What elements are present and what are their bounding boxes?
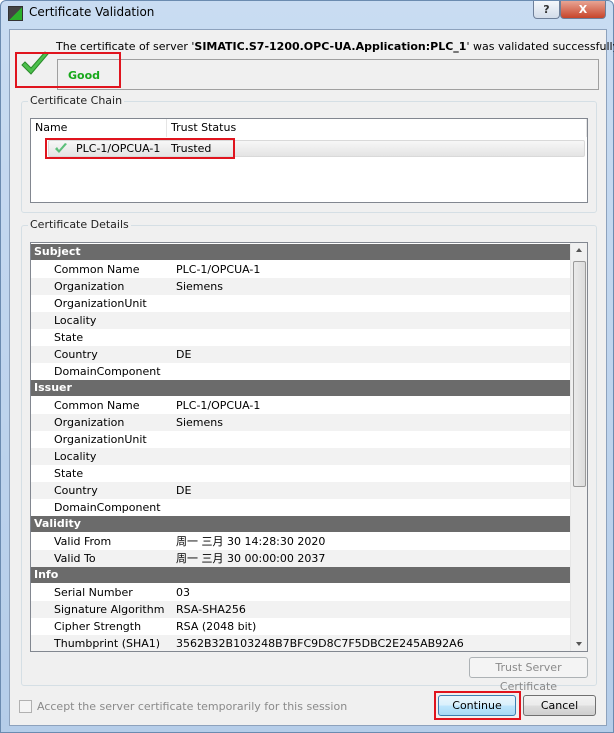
- detail-row[interactable]: DomainComponent: [31, 499, 571, 516]
- detail-row[interactable]: Country DE: [31, 346, 571, 363]
- detail-row[interactable]: State: [31, 329, 571, 346]
- detail-row[interactable]: State: [31, 465, 571, 482]
- detail-row[interactable]: Signature Algorithm RSA-SHA256: [31, 601, 571, 618]
- column-trust-status[interactable]: Trust Status: [167, 119, 587, 137]
- detail-row[interactable]: DomainComponent: [31, 363, 571, 380]
- detail-row[interactable]: Common Name PLC-1/OPCUA-1: [31, 397, 571, 414]
- detail-key: Country: [54, 348, 98, 361]
- scroll-thumb[interactable]: [573, 261, 586, 487]
- vertical-scrollbar[interactable]: [570, 243, 587, 651]
- section-header[interactable]: Validity: [31, 516, 571, 532]
- detail-value: RSA (2048 bit): [176, 620, 257, 633]
- message-suffix: ' was validated successfully.: [466, 40, 614, 53]
- certificate-chain-list[interactable]: Name Trust Status PLC-1/OPCUA-1 Trusted: [30, 118, 588, 203]
- app-icon: [8, 6, 23, 21]
- highlight-chain-row: [45, 138, 235, 159]
- section-header[interactable]: Subject: [31, 244, 571, 260]
- accept-temporarily-label: Accept the server certificate temporaril…: [37, 700, 348, 713]
- detail-value: 03: [176, 586, 190, 599]
- certificate-details-table[interactable]: Subject Common Name PLC-1/OPCUA-1 Organizat…: [30, 242, 588, 652]
- detail-row[interactable]: Serial Number 03: [31, 584, 571, 601]
- scroll-up-icon[interactable]: [576, 248, 582, 252]
- detail-row[interactable]: Valid From 周一 三月 30 14:28:30 2020: [31, 533, 571, 550]
- dialog-body: The certificate of server 'SIMATIC.S7-12…: [9, 29, 614, 726]
- close-button[interactable]: X: [560, 1, 606, 19]
- detail-key: OrganizationUnit: [54, 433, 147, 446]
- detail-key: DomainComponent: [54, 501, 161, 514]
- detail-value: PLC-1/OPCUA-1: [176, 399, 261, 412]
- detail-value: 3562B32B103248B7BFC9D8C7F5DBC2E245AB92A6: [176, 637, 464, 650]
- scroll-down-icon[interactable]: [576, 642, 582, 646]
- help-button[interactable]: ?: [533, 1, 560, 19]
- detail-value: PLC-1/OPCUA-1: [176, 263, 261, 276]
- detail-key: Valid To: [54, 552, 96, 565]
- detail-key: Signature Algorithm: [54, 603, 165, 616]
- column-name[interactable]: Name: [31, 119, 167, 137]
- detail-row[interactable]: Valid To 周一 三月 30 00:00:00 2037: [31, 550, 571, 567]
- trust-server-certificate-button[interactable]: Trust Server Certificate: [469, 657, 588, 693]
- detail-row[interactable]: OrganizationUnit: [31, 431, 571, 448]
- highlight-continue: [434, 691, 521, 720]
- certificate-chain-label: Certificate Chain: [28, 94, 125, 107]
- detail-key: Cipher Strength: [54, 620, 142, 633]
- status-box: Good: [57, 59, 599, 90]
- detail-row[interactable]: Country DE: [31, 482, 571, 499]
- window-title: Certificate Validation: [29, 5, 155, 19]
- detail-value: RSA-SHA256: [176, 603, 246, 616]
- detail-key: Valid From: [54, 535, 112, 548]
- detail-row[interactable]: Locality: [31, 312, 571, 329]
- cancel-button[interactable]: Cancel: [523, 695, 596, 716]
- validation-message: The certificate of server 'SIMATIC.S7-12…: [56, 40, 614, 53]
- detail-value: Siemens: [176, 416, 223, 429]
- highlight-status: [15, 52, 121, 88]
- detail-key: Common Name: [54, 263, 140, 276]
- detail-key: Organization: [54, 416, 125, 429]
- detail-key: Country: [54, 484, 98, 497]
- detail-key: State: [54, 331, 84, 344]
- section-header[interactable]: Issuer: [31, 380, 571, 396]
- title-bar[interactable]: Certificate Validation ? X: [1, 1, 613, 25]
- certificate-details-group: Certificate Details Subject Common Name PL…: [21, 218, 597, 693]
- detail-value: 周一 三月 30 14:28:30 2020: [176, 535, 326, 548]
- detail-row[interactable]: Common Name PLC-1/OPCUA-1: [31, 261, 571, 278]
- detail-key: Common Name: [54, 399, 140, 412]
- detail-key: Serial Number: [54, 586, 133, 599]
- server-name: SIMATIC.S7-1200.OPC-UA.Application:PLC_1: [194, 40, 467, 53]
- certificate-validation-dialog: Certificate Validation ? X The certifica…: [0, 0, 614, 733]
- detail-key: DomainComponent: [54, 365, 161, 378]
- detail-key: Locality: [54, 450, 97, 463]
- detail-key: Locality: [54, 314, 97, 327]
- detail-row[interactable]: Cipher Strength RSA (2048 bit): [31, 618, 571, 635]
- accept-temporarily-checkbox[interactable]: [19, 700, 32, 713]
- section-header[interactable]: Info: [31, 567, 571, 583]
- detail-key: State: [54, 467, 84, 480]
- detail-key: Organization: [54, 280, 125, 293]
- detail-row[interactable]: Organization Siemens: [31, 278, 571, 295]
- detail-value: Siemens: [176, 280, 223, 293]
- detail-key: Thumbprint (SHA1): [54, 637, 161, 650]
- detail-value: 周一 三月 30 00:00:00 2037: [176, 552, 326, 565]
- detail-row[interactable]: Organization Siemens: [31, 414, 571, 431]
- detail-key: OrganizationUnit: [54, 297, 147, 310]
- detail-row[interactable]: Locality: [31, 448, 571, 465]
- certificate-details-label: Certificate Details: [28, 218, 131, 231]
- detail-row[interactable]: Thumbprint (SHA1) 3562B32B103248B7BFC9D8C…: [31, 635, 571, 651]
- detail-value: DE: [176, 348, 192, 361]
- detail-value: DE: [176, 484, 192, 497]
- detail-row[interactable]: OrganizationUnit: [31, 295, 571, 312]
